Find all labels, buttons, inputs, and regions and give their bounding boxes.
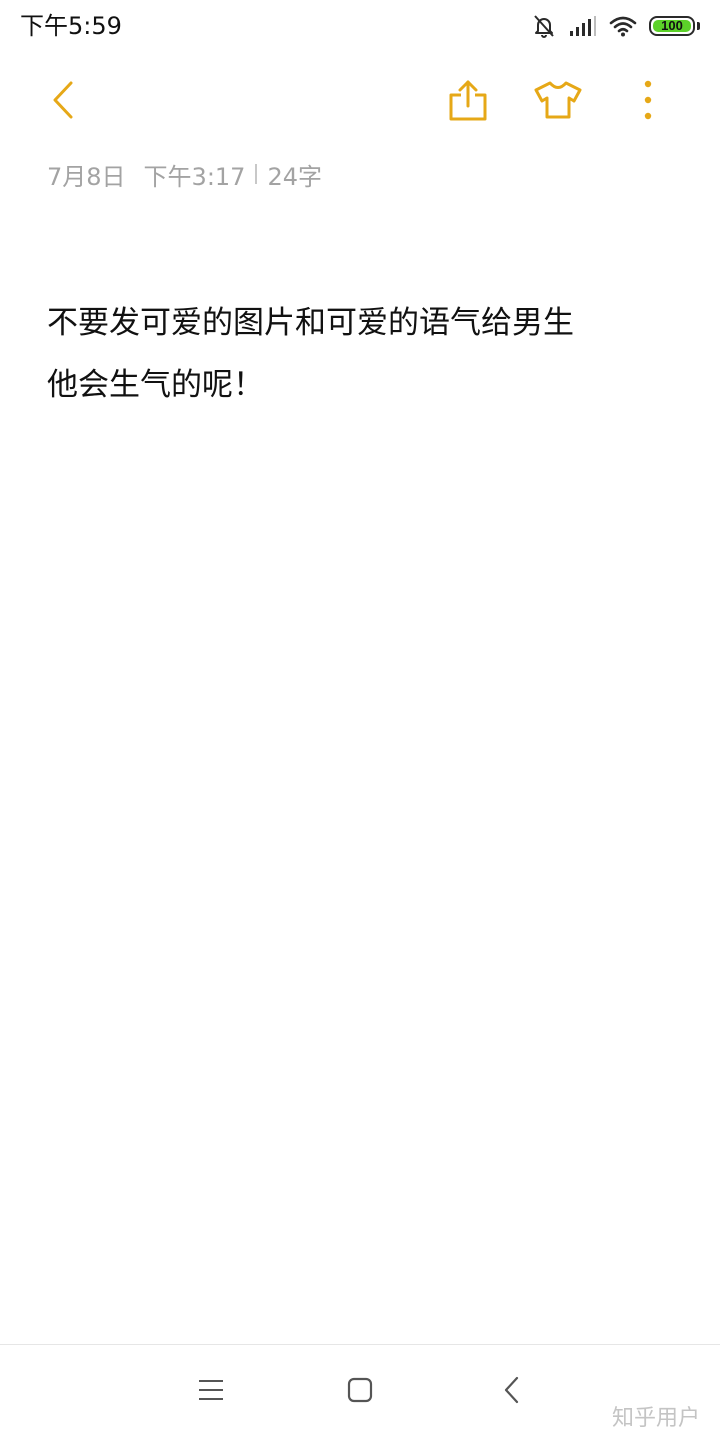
more-options-button[interactable] xyxy=(616,66,680,138)
battery-level: 100 xyxy=(661,18,683,33)
watermark: 知乎用户 xyxy=(611,1406,700,1431)
theme-shirt-icon xyxy=(533,80,583,124)
status-time: 下午5:59 xyxy=(20,12,122,40)
share-icon xyxy=(448,79,488,125)
note-toolbar xyxy=(0,66,720,138)
wifi-icon xyxy=(609,15,637,37)
more-vertical-icon xyxy=(642,80,654,124)
status-bar: 下午5:59 100 xyxy=(0,0,720,52)
cellular-signal-icon xyxy=(569,15,597,37)
back-icon xyxy=(503,1376,521,1408)
theme-button[interactable] xyxy=(526,66,590,138)
note-line-1: 不要发可爱的图片和可爱的语气给男生 xyxy=(47,305,574,341)
note-date: 7月8日 xyxy=(47,162,126,191)
note-char-count: 24字 xyxy=(267,162,322,191)
share-button[interactable] xyxy=(436,66,500,138)
mute-bell-icon xyxy=(531,13,557,39)
status-icons: 100 xyxy=(531,10,700,42)
note-time: 下午3:17 xyxy=(143,162,246,191)
system-back-button[interactable] xyxy=(482,1367,542,1417)
note-content[interactable]: 不要发可爱的图片和可爱的语气给男生 他会生气的呢！ xyxy=(47,292,677,416)
note-line-2: 他会生气的呢！ xyxy=(47,367,264,403)
home-button[interactable] xyxy=(330,1367,390,1417)
battery-icon: 100 xyxy=(649,16,695,36)
meta-separator xyxy=(255,164,258,184)
battery-cap xyxy=(697,22,700,30)
back-arrow-icon xyxy=(49,80,79,124)
note-meta: 7月8日 下午3:17 24字 xyxy=(47,158,322,191)
menu-icon xyxy=(198,1378,224,1406)
home-icon xyxy=(347,1377,373,1407)
back-button[interactable] xyxy=(32,66,96,138)
recent-apps-button[interactable] xyxy=(181,1367,241,1417)
